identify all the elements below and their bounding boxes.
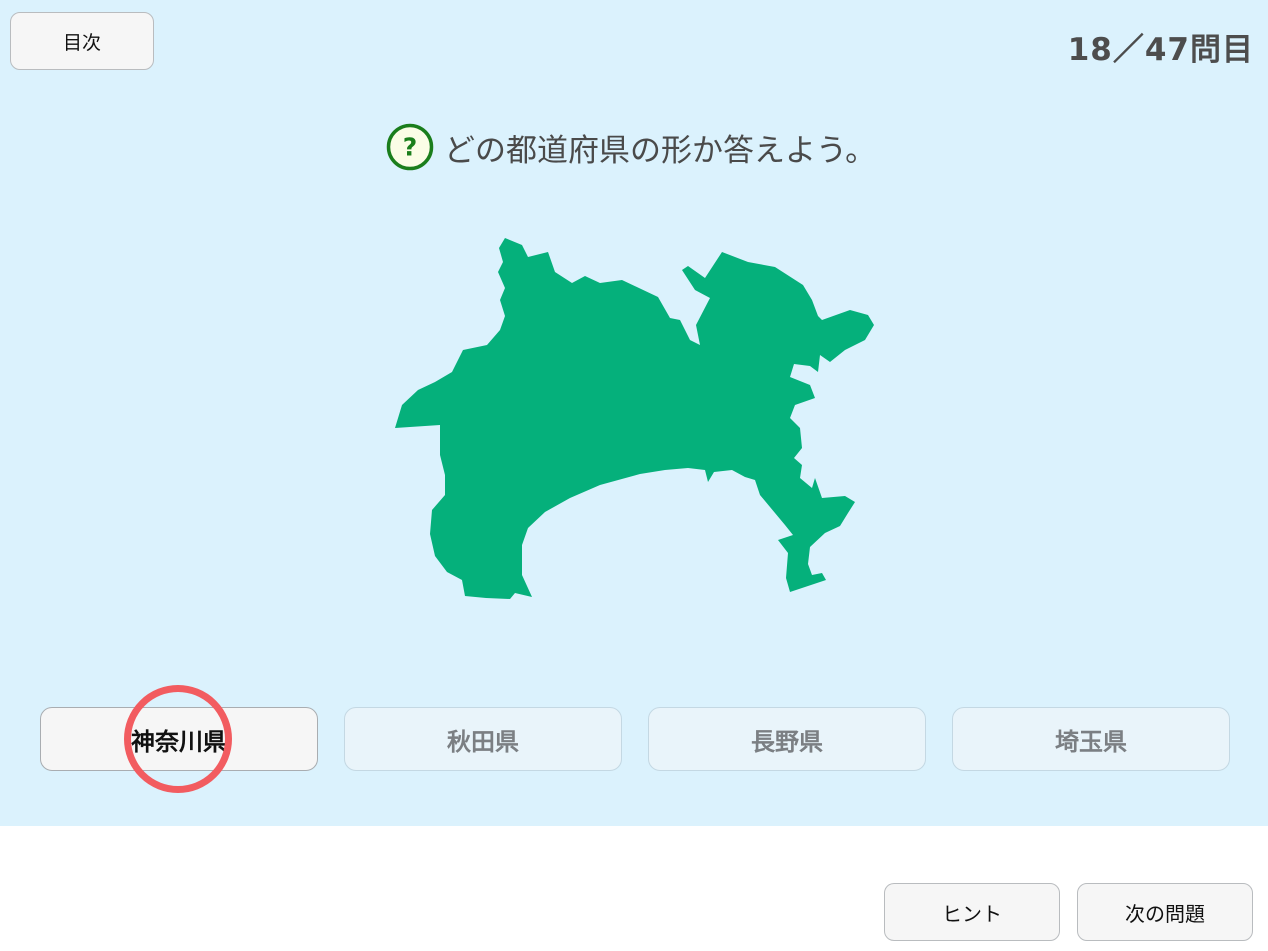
- prefecture-shape-icon: [395, 238, 874, 599]
- choice-button-3[interactable]: 長野県: [648, 707, 926, 771]
- next-question-label: 次の問題: [1125, 901, 1205, 926]
- choice-label: 秋田県: [447, 727, 519, 756]
- question-icon-glyph: ?: [403, 133, 418, 162]
- next-question-button[interactable]: 次の問題: [1077, 883, 1253, 941]
- question-prompt: ? どの都道府県の形か答えよう。: [386, 122, 876, 172]
- question-circle-icon: ?: [386, 123, 434, 171]
- hint-label: ヒント: [942, 901, 1002, 926]
- choice-label: 長野県: [751, 727, 823, 756]
- quiz-panel: 目次 18／47問目 ? どの都道府県の形か答えよう。 神奈川県 秋田県 長野県…: [0, 0, 1268, 826]
- question-text: どの都道府県の形か答えよう。: [444, 132, 877, 169]
- question-progress: 18／47問目: [1067, 32, 1254, 68]
- toc-button[interactable]: 目次: [10, 12, 154, 70]
- choice-button-4[interactable]: 埼玉県: [952, 707, 1230, 771]
- choice-label: 埼玉県: [1055, 727, 1127, 756]
- toc-label: 目次: [62, 31, 101, 54]
- choice-button-1[interactable]: 神奈川県: [40, 707, 318, 771]
- hint-button[interactable]: ヒント: [884, 883, 1060, 941]
- choice-label: 神奈川県: [131, 727, 227, 756]
- choice-button-2[interactable]: 秋田県: [344, 707, 622, 771]
